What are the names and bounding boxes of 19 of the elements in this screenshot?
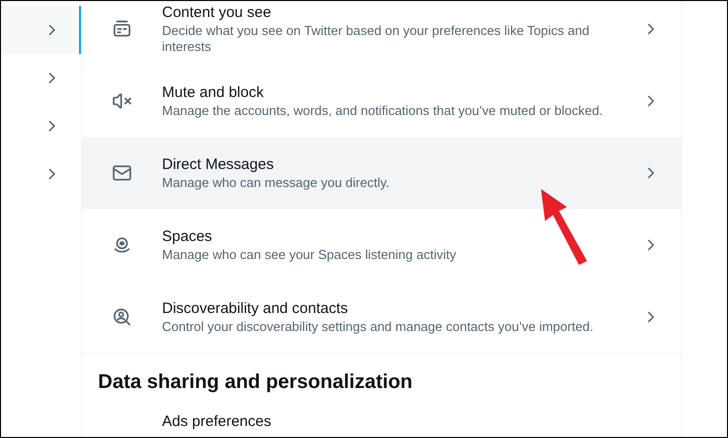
setting-title: Content you see: [162, 3, 272, 23]
setting-title: Discoverability and contacts: [162, 299, 349, 319]
section-heading: Data sharing and personalization: [98, 370, 414, 394]
setting-title[interactable]: Ads preferences: [162, 412, 272, 432]
card-icon: [112, 19, 132, 39]
setting-description: Manage who can see your Spaces listening activity: [162, 247, 458, 263]
microphone-circle-icon: [112, 235, 132, 255]
muted-speaker-icon: [112, 91, 132, 111]
sidebar-item[interactable]: [1, 6, 81, 54]
setting-title: Direct Messages: [162, 155, 275, 175]
setting-description: Decide what you see on Twitter based on your preferences like Topics and interests: [162, 23, 590, 55]
setting-title: Mute and block: [162, 83, 265, 103]
person-search-icon: [112, 307, 132, 327]
mail-icon: [112, 163, 132, 183]
setting-title: Spaces: [162, 227, 214, 247]
setting-description: Manage the accounts, words, and notifications that you’ve muted or blocked.: [162, 103, 604, 119]
settings-row[interactable]: Direct Messages Manage who can message you directly.: [82, 137, 681, 209]
setting-description: Control your discoverability settings and manage contacts you’ve imported.: [162, 319, 594, 335]
setting-description: Manage who can message you directly.: [162, 175, 390, 191]
